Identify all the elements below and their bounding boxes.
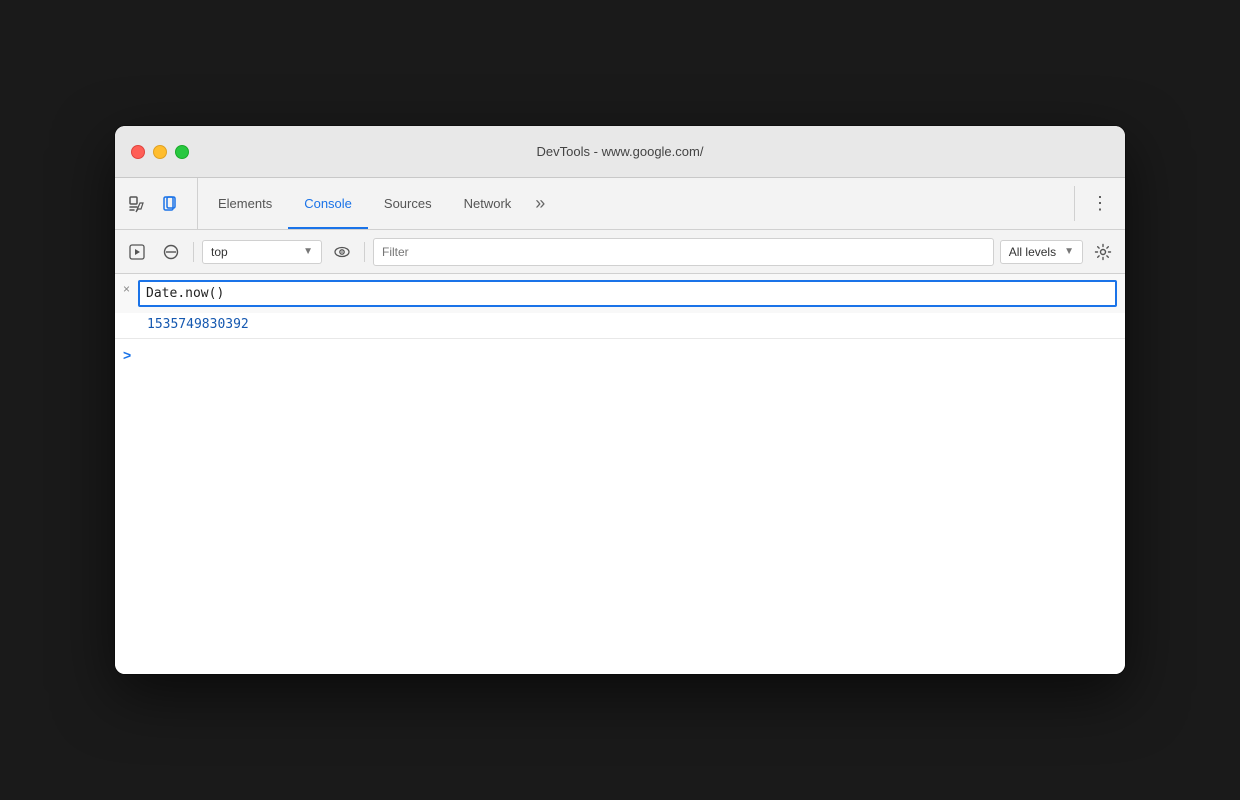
tab-elements[interactable]: Elements [202,178,288,229]
devtools-window: DevTools - www.google.com/ [115,126,1125,674]
traffic-lights [131,145,189,159]
toolbar-separator-1 [193,242,194,262]
entry-close-icon[interactable]: × [123,280,130,296]
console-toolbar: top ▼ All levels ▼ [115,230,1125,274]
main-tabs: Elements Console Sources Network » [202,178,1066,229]
console-entry-1: × 1535749830392 [115,274,1125,339]
tab-console[interactable]: Console [288,178,368,229]
eye-icon[interactable] [328,238,356,266]
log-levels-selector[interactable]: All levels ▼ [1000,240,1083,264]
prompt-chevron-icon: > [123,347,131,363]
context-selector[interactable]: top ▼ [202,240,322,264]
toolbar-separator-2 [364,242,365,262]
clear-console-button[interactable] [157,238,185,266]
window-title: DevTools - www.google.com/ [537,144,704,159]
toolbar-icons [123,178,198,229]
settings-gear-icon[interactable] [1089,238,1117,266]
context-chevron-icon: ▼ [303,246,313,257]
console-entry-input[interactable] [138,280,1117,307]
tab-network[interactable]: Network [448,178,528,229]
tab-bar: Elements Console Sources Network » ⋮ [115,178,1125,230]
device-toggle-icon[interactable] [157,190,185,218]
titlebar: DevTools - www.google.com/ [115,126,1125,178]
minimize-button[interactable] [153,145,167,159]
console-entry-result: 1535749830392 [115,313,1125,338]
execute-button[interactable] [123,238,151,266]
levels-chevron-icon: ▼ [1064,246,1074,257]
devtools-menu-button[interactable]: ⋮ [1083,178,1117,229]
console-prompt-input[interactable] [139,348,1117,363]
tab-sources[interactable]: Sources [368,178,448,229]
close-button[interactable] [131,145,145,159]
filter-input[interactable] [373,238,994,266]
inspect-icon[interactable] [123,190,151,218]
maximize-button[interactable] [175,145,189,159]
console-entry-input-row: × [115,274,1125,313]
more-tabs-button[interactable]: » [527,178,553,229]
console-area: × 1535749830392 > [115,274,1125,674]
console-prompt-row: > [115,339,1125,371]
tab-separator [1074,186,1075,221]
